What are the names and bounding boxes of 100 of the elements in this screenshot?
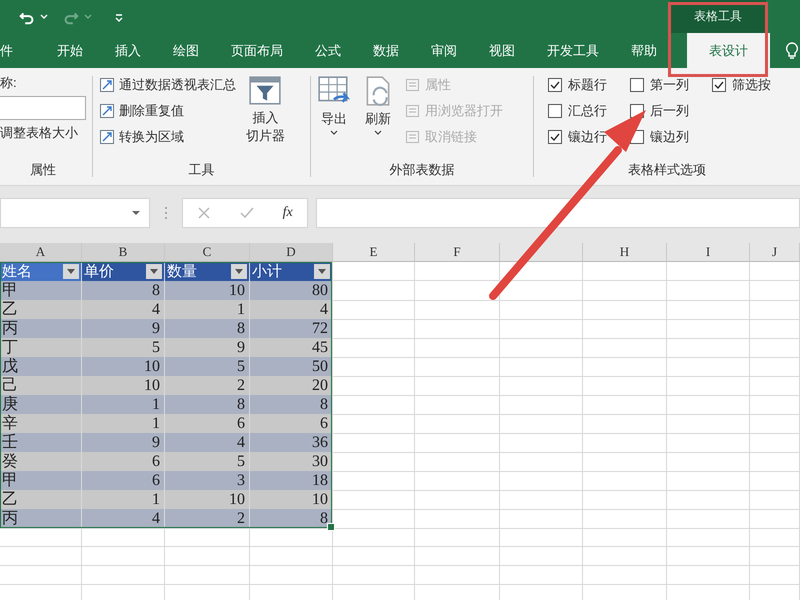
table-cell: 4 — [82, 509, 165, 529]
column-header[interactable]: E — [333, 243, 415, 262]
table-cell: 20 — [250, 376, 333, 396]
table-cell: 45 — [250, 338, 333, 358]
column-header[interactable]: D — [250, 243, 333, 262]
command-icon — [405, 103, 422, 119]
column-header[interactable]: C — [165, 243, 250, 262]
table-cell: 癸 — [0, 452, 82, 472]
filter-button[interactable] — [314, 264, 330, 279]
table-cell: 壬 — [0, 433, 82, 453]
table-cell: 丁 — [0, 338, 82, 358]
checkmark-icon — [549, 79, 562, 91]
column-header[interactable]: I — [667, 243, 750, 262]
table-cell: 3 — [165, 471, 250, 491]
ribbon-tab[interactable]: 开发工具 — [531, 33, 615, 68]
lightbulb-icon[interactable] — [784, 41, 800, 61]
table-cell: 8 — [250, 509, 333, 529]
style-option-checkbox[interactable]: 镶边行 — [548, 126, 608, 148]
dropdown-arrow-icon — [318, 269, 326, 274]
formula-field[interactable] — [316, 198, 800, 228]
dropdown-caret-icon[interactable] — [40, 13, 48, 21]
ribbon-tab[interactable]: 数据 — [357, 33, 415, 68]
ribbon-tab[interactable]: 公式 — [299, 33, 357, 68]
dropdown-arrow-icon — [150, 269, 158, 274]
column-header[interactable]: F — [415, 243, 500, 262]
group-label: 工具 — [187, 161, 216, 179]
ribbon-tab[interactable]: 表设计 — [687, 33, 770, 68]
table-cell: 36 — [250, 433, 333, 453]
table-cell: 丙 — [0, 509, 82, 529]
filter-button[interactable] — [63, 264, 79, 279]
table-cell: 6 — [165, 414, 250, 434]
export-button[interactable]: 导出 — [317, 74, 352, 161]
table-cell: 甲 — [0, 471, 82, 491]
table-cell: 10 — [165, 490, 250, 510]
column-header[interactable]: B — [82, 243, 165, 262]
ribbon-tab[interactable]: 开始 — [41, 33, 99, 68]
insert-slicer-button[interactable]: 插入 切片器 — [246, 74, 285, 161]
header-text: 姓名 — [2, 262, 32, 281]
table-cell: 2 — [165, 509, 250, 529]
dropdown-arrow-icon — [131, 210, 141, 216]
ribbon-tab[interactable]: 帮助 — [615, 33, 673, 68]
customize-toolbar-icon[interactable] — [114, 12, 124, 22]
insert-function-button[interactable]: fx — [282, 204, 293, 220]
table-cell: 乙 — [0, 300, 82, 320]
ribbon-tab[interactable]: 插入 — [99, 33, 157, 68]
table-cell: 庚 — [0, 395, 82, 415]
command-icon — [98, 129, 115, 145]
style-option-checkbox[interactable]: 第一列 — [630, 74, 690, 96]
table-cell: 10 — [250, 490, 333, 510]
resize-handle[interactable] — [327, 523, 335, 531]
table-cell: 乙 — [0, 490, 82, 510]
column-header[interactable]: A — [0, 243, 82, 262]
table-cell: 10 — [165, 281, 250, 301]
table-cell: 4 — [165, 433, 250, 453]
command-icon — [405, 77, 422, 93]
refresh-button[interactable]: 刷新 — [361, 74, 396, 161]
table-cell: 10 — [82, 357, 165, 377]
table-cell: 1 — [82, 414, 165, 434]
ribbon-tab[interactable]: 视图 — [473, 33, 531, 68]
table-cell: 9 — [82, 433, 165, 453]
table-cell: 1 — [165, 300, 250, 320]
table-cell: 4 — [82, 300, 165, 320]
table-cell: 9 — [165, 338, 250, 358]
table-cell: 甲 — [0, 281, 82, 301]
group-label: 属性 — [28, 161, 57, 179]
column-header[interactable]: H — [583, 243, 667, 262]
ribbon-tab[interactable]: 绘图 — [157, 33, 215, 68]
filter-button[interactable] — [231, 264, 247, 279]
ribbon-command[interactable]: 通过数据透视表汇总 — [98, 74, 236, 96]
table-cell: 5 — [82, 338, 165, 358]
group-label: 外部表数据 — [388, 161, 456, 179]
contextual-group-title: 表格工具 — [694, 8, 742, 25]
dropdown-arrow-icon — [67, 269, 75, 274]
ribbon-tab[interactable]: 审阅 — [415, 33, 473, 68]
table-cell: 5 — [165, 357, 250, 377]
style-option-checkbox[interactable]: 筛选按 — [712, 74, 772, 96]
column-header[interactable]: J — [750, 243, 800, 262]
style-option-checkbox[interactable]: 标题行 — [548, 74, 608, 96]
filter-button[interactable] — [146, 264, 162, 279]
table-name-field[interactable] — [0, 96, 86, 120]
table-cell: 50 — [250, 357, 333, 377]
style-option-checkbox[interactable]: 汇总行 — [548, 100, 608, 122]
table-cell: 2 — [165, 376, 250, 396]
table-cell: 10 — [82, 376, 165, 396]
table-cell: 8 — [165, 395, 250, 415]
resize-table-button[interactable]: 调整表格大小 — [0, 124, 86, 142]
ribbon-tab[interactable]: 页面布局 — [215, 33, 299, 68]
grip-icon — [164, 206, 168, 220]
ribbon-command[interactable]: 删除重复值 — [98, 100, 236, 122]
ribbon-command[interactable]: 转换为区域 — [98, 126, 236, 148]
header-text: 数量 — [167, 262, 197, 281]
table-cell: 戊 — [0, 357, 82, 377]
table-cell: 丙 — [0, 319, 82, 339]
table-cell: 1 — [82, 395, 165, 415]
table-name-label: 称: — [0, 74, 18, 92]
table-cell: 6 — [82, 452, 165, 472]
header-text: 单价 — [84, 262, 114, 281]
table-cell: 6 — [82, 471, 165, 491]
ribbon-tab[interactable]: 件 — [0, 33, 41, 68]
table-cell: 8 — [250, 395, 333, 415]
